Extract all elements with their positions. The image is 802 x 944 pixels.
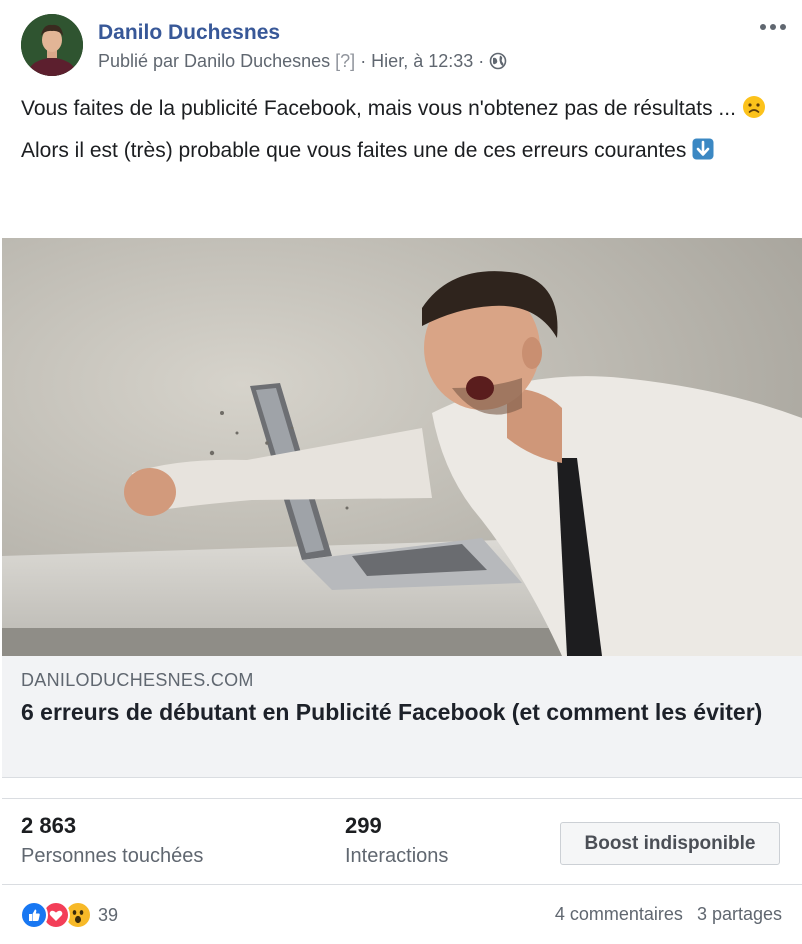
reach-stat: 2 863 Personnes touchées [21,813,203,868]
post-image[interactable] [2,238,802,656]
divider [2,798,802,799]
post-meta: Publié par Danilo Duchesnes [?] · Hier, … [98,51,507,72]
comments-count[interactable]: 4 commentaires [555,904,683,925]
down-arrow-icon [692,138,714,160]
message-text-2: Alors il est (très) probable que vous fa… [21,139,687,162]
author-name[interactable]: Danilo Duchesnes [98,21,280,45]
help-link[interactable]: [?] [335,51,355,71]
reach-label: Personnes touchées [21,845,204,867]
like-icon [20,901,48,929]
message-text-1: Vous faites de la publicité Facebook, ma… [21,97,736,120]
post-time[interactable]: · Hier, à 12:33 · [360,51,484,71]
reach-value: 2 863 [21,813,77,838]
more-dot [770,24,776,30]
link-title[interactable]: 6 erreurs de débutant en Publicité Faceb… [21,696,791,728]
avatar[interactable] [21,14,83,76]
boost-button[interactable]: Boost indisponible [560,822,780,865]
more-dot [780,24,786,30]
message-paragraph-2: Alors il est (très) probable que vous fa… [21,136,781,166]
post-card: Danilo Duchesnes Publié par Danilo Duche… [0,0,802,944]
engagement-value: 299 [345,813,382,838]
engagement-label: Interactions [345,845,449,867]
engagement-stat: 299 Interactions [345,813,448,868]
more-options-icon[interactable] [758,17,788,37]
message-paragraph-1: Vous faites de la publicité Facebook, ma… [21,94,781,124]
post-header: Danilo Duchesnes Publié par Danilo Duche… [0,0,802,90]
reactions-summary[interactable]: 39 [20,901,119,929]
divider [2,884,802,885]
engagement-counts: 4 commentaires 3 partages [555,904,782,925]
shares-count[interactable]: 3 partages [697,904,782,925]
published-by[interactable]: Publié par Danilo Duchesnes [98,51,330,71]
link-preview[interactable]: DANILODUCHESNES.COM 6 erreurs de débutan… [2,656,802,778]
post-message: Vous faites de la publicité Facebook, ma… [21,94,781,178]
disappointed-face-icon [742,95,766,119]
reaction-count: 39 [98,904,119,925]
more-dot [760,24,766,30]
globe-icon[interactable] [489,52,507,70]
link-domain: DANILODUCHESNES.COM [21,670,254,690]
